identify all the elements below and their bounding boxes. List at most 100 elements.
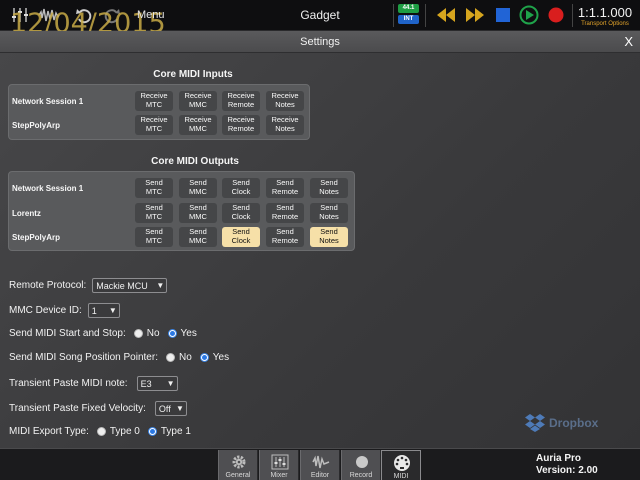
timecode-display[interactable]: 1:1.1.000 (575, 5, 635, 20)
mmc-device-id-select[interactable]: 1 ▼ (87, 303, 120, 318)
midi-settings-panel: Core MIDI Inputs Network Session 1 Recei… (0, 53, 640, 448)
send-clock-button[interactable]: Send Clock (222, 178, 260, 198)
transient-paste-note-row: Transient Paste MIDI note: E3 ▼ (9, 376, 178, 391)
transient-paste-note-value: E3 (140, 378, 152, 389)
input-row: StepPolyArp Receive MTC Receive MMC Receiv… (9, 115, 309, 137)
midi-export-type-row: MIDI Export Type: Type 0 Type 1 (9, 426, 191, 437)
send-remote-button[interactable]: Send Remote (266, 227, 304, 247)
receive-notes-button[interactable]: Receive Notes (266, 91, 304, 111)
input-row-label: Network Session 1 (12, 97, 84, 106)
midi-export-type0-radio[interactable]: Type 0 (96, 426, 140, 437)
record-icon[interactable] (546, 5, 566, 25)
chevron-down-icon: ▼ (156, 281, 165, 290)
sample-rate-value: 44.1 (398, 4, 419, 13)
rewind-icon[interactable] (435, 5, 457, 25)
radio-label: No (146, 328, 160, 339)
radio-dot-selected (199, 353, 209, 362)
send-song-position-no-radio[interactable]: No (165, 352, 192, 363)
fast-forward-icon[interactable] (464, 5, 486, 25)
core-midi-outputs-panel: Network Session 1 Send MTC Send MMC Send Cl… (8, 171, 355, 251)
bottom-tab-bar: General Mixer Editor Record MIDI Auria P… (0, 448, 640, 480)
waveform-icon[interactable] (37, 5, 61, 25)
send-start-stop-row: Send MIDI Start and Stop: No Yes (9, 328, 197, 339)
radio-dot (165, 353, 175, 362)
toolbar-divider (425, 4, 426, 27)
transient-paste-note-select[interactable]: E3 ▼ (136, 376, 178, 391)
close-button[interactable]: X (624, 34, 633, 49)
sample-rate-badge[interactable]: 44.1 INT (398, 4, 419, 24)
receive-mmc-button[interactable]: Receive MMC (179, 115, 217, 135)
tab-label: Mixer (270, 472, 288, 479)
midi-export-type1-radio[interactable]: Type 1 (147, 426, 191, 437)
record-circle-icon (352, 453, 372, 470)
settings-title: Settings (300, 36, 340, 48)
dropbox-icon (525, 414, 545, 432)
radio-dot (96, 427, 106, 436)
send-start-stop-label: Send MIDI Start and Stop: (9, 328, 126, 339)
send-mtc-button[interactable]: Send MTC (135, 203, 173, 223)
send-song-position-label: Send MIDI Song Position Pointer: (9, 352, 158, 363)
send-clock-button[interactable]: Send Clock (222, 203, 260, 223)
transient-paste-velocity-select[interactable]: Off ▼ (154, 401, 187, 416)
radio-dot-selected (167, 329, 177, 338)
send-start-stop-no-radio[interactable]: No (133, 328, 160, 339)
receive-mtc-button[interactable]: Receive MTC (135, 91, 173, 111)
send-notes-button[interactable]: Send Notes (310, 227, 348, 247)
send-start-stop-yes-radio[interactable]: Yes (167, 328, 197, 339)
send-mtc-button[interactable]: Send MTC (135, 227, 173, 247)
output-row-label: StepPolyArp (12, 233, 61, 242)
tab-record[interactable]: Record (341, 450, 381, 480)
send-notes-button[interactable]: Send Notes (310, 203, 348, 223)
tab-midi[interactable]: MIDI (381, 450, 421, 480)
redo-icon[interactable] (102, 5, 122, 25)
send-remote-button[interactable]: Send Remote (266, 203, 304, 223)
send-remote-button[interactable]: Send Remote (266, 178, 304, 198)
send-notes-button[interactable]: Send Notes (310, 178, 348, 198)
receive-mmc-button[interactable]: Receive MMC (179, 91, 217, 111)
transient-paste-velocity-label: Transient Paste Fixed Velocity: (9, 403, 146, 414)
send-song-position-yes-radio[interactable]: Yes (199, 352, 230, 363)
top-toolbar: 12/04/2015 Menu Gadget 44.1 INT 1:1.1.00… (0, 0, 640, 39)
play-icon[interactable] (518, 5, 540, 25)
transient-paste-velocity-value: Off (158, 403, 171, 414)
mmc-device-id-label: MMC Device ID: (9, 305, 82, 316)
undo-icon[interactable] (74, 5, 94, 25)
settings-header: Settings X (0, 31, 640, 53)
radio-label: Yes (212, 352, 230, 363)
send-mtc-button[interactable]: Send MTC (135, 178, 173, 198)
send-clock-button[interactable]: Send Clock (222, 227, 260, 247)
send-mmc-button[interactable]: Send MMC (179, 227, 217, 247)
dropbox-label: Dropbox (549, 416, 599, 430)
transport-options-link[interactable]: Transport Options (575, 21, 635, 27)
tab-editor[interactable]: Editor (300, 450, 340, 480)
tab-general[interactable]: General (218, 450, 258, 480)
chevron-down-icon: ▼ (108, 306, 117, 315)
song-title: Gadget (300, 8, 340, 22)
midi-export-type-label: MIDI Export Type: (9, 426, 89, 437)
remote-protocol-select[interactable]: Mackie MCU ▼ (92, 278, 168, 293)
radio-dot (133, 329, 143, 338)
input-row: Network Session 1 Receive MTC Receive MMC … (9, 91, 309, 113)
radio-label: Yes (180, 328, 197, 339)
tab-mixer[interactable]: Mixer (259, 450, 299, 480)
chevron-down-icon: ▼ (176, 404, 184, 413)
receive-notes-button[interactable]: Receive Notes (266, 115, 304, 135)
send-mmc-button[interactable]: Send MMC (179, 178, 217, 198)
dropbox-button[interactable]: Dropbox (524, 413, 598, 433)
transient-paste-note-label: Transient Paste MIDI note: (9, 378, 128, 389)
menu-button[interactable]: Menu (137, 9, 165, 21)
gear-icon (229, 453, 249, 470)
mixer-meter-icon[interactable] (9, 5, 31, 25)
toolbar-divider (393, 4, 394, 27)
output-row: Lorentz Send MTC Send MMC Send Clock Send Re… (9, 203, 354, 225)
stop-icon[interactable] (493, 5, 513, 25)
toolbar-divider (572, 4, 573, 27)
receive-remote-button[interactable]: Receive Remote (222, 115, 260, 135)
receive-mtc-button[interactable]: Receive MTC (135, 115, 173, 135)
receive-remote-button[interactable]: Receive Remote (222, 91, 260, 111)
send-song-position-row: Send MIDI Song Position Pointer: No Yes (9, 352, 229, 363)
core-midi-outputs-title: Core MIDI Outputs (151, 156, 239, 167)
send-mmc-button[interactable]: Send MMC (179, 203, 217, 223)
mixer-icon (270, 453, 290, 470)
input-row-label: StepPolyArp (12, 121, 61, 130)
